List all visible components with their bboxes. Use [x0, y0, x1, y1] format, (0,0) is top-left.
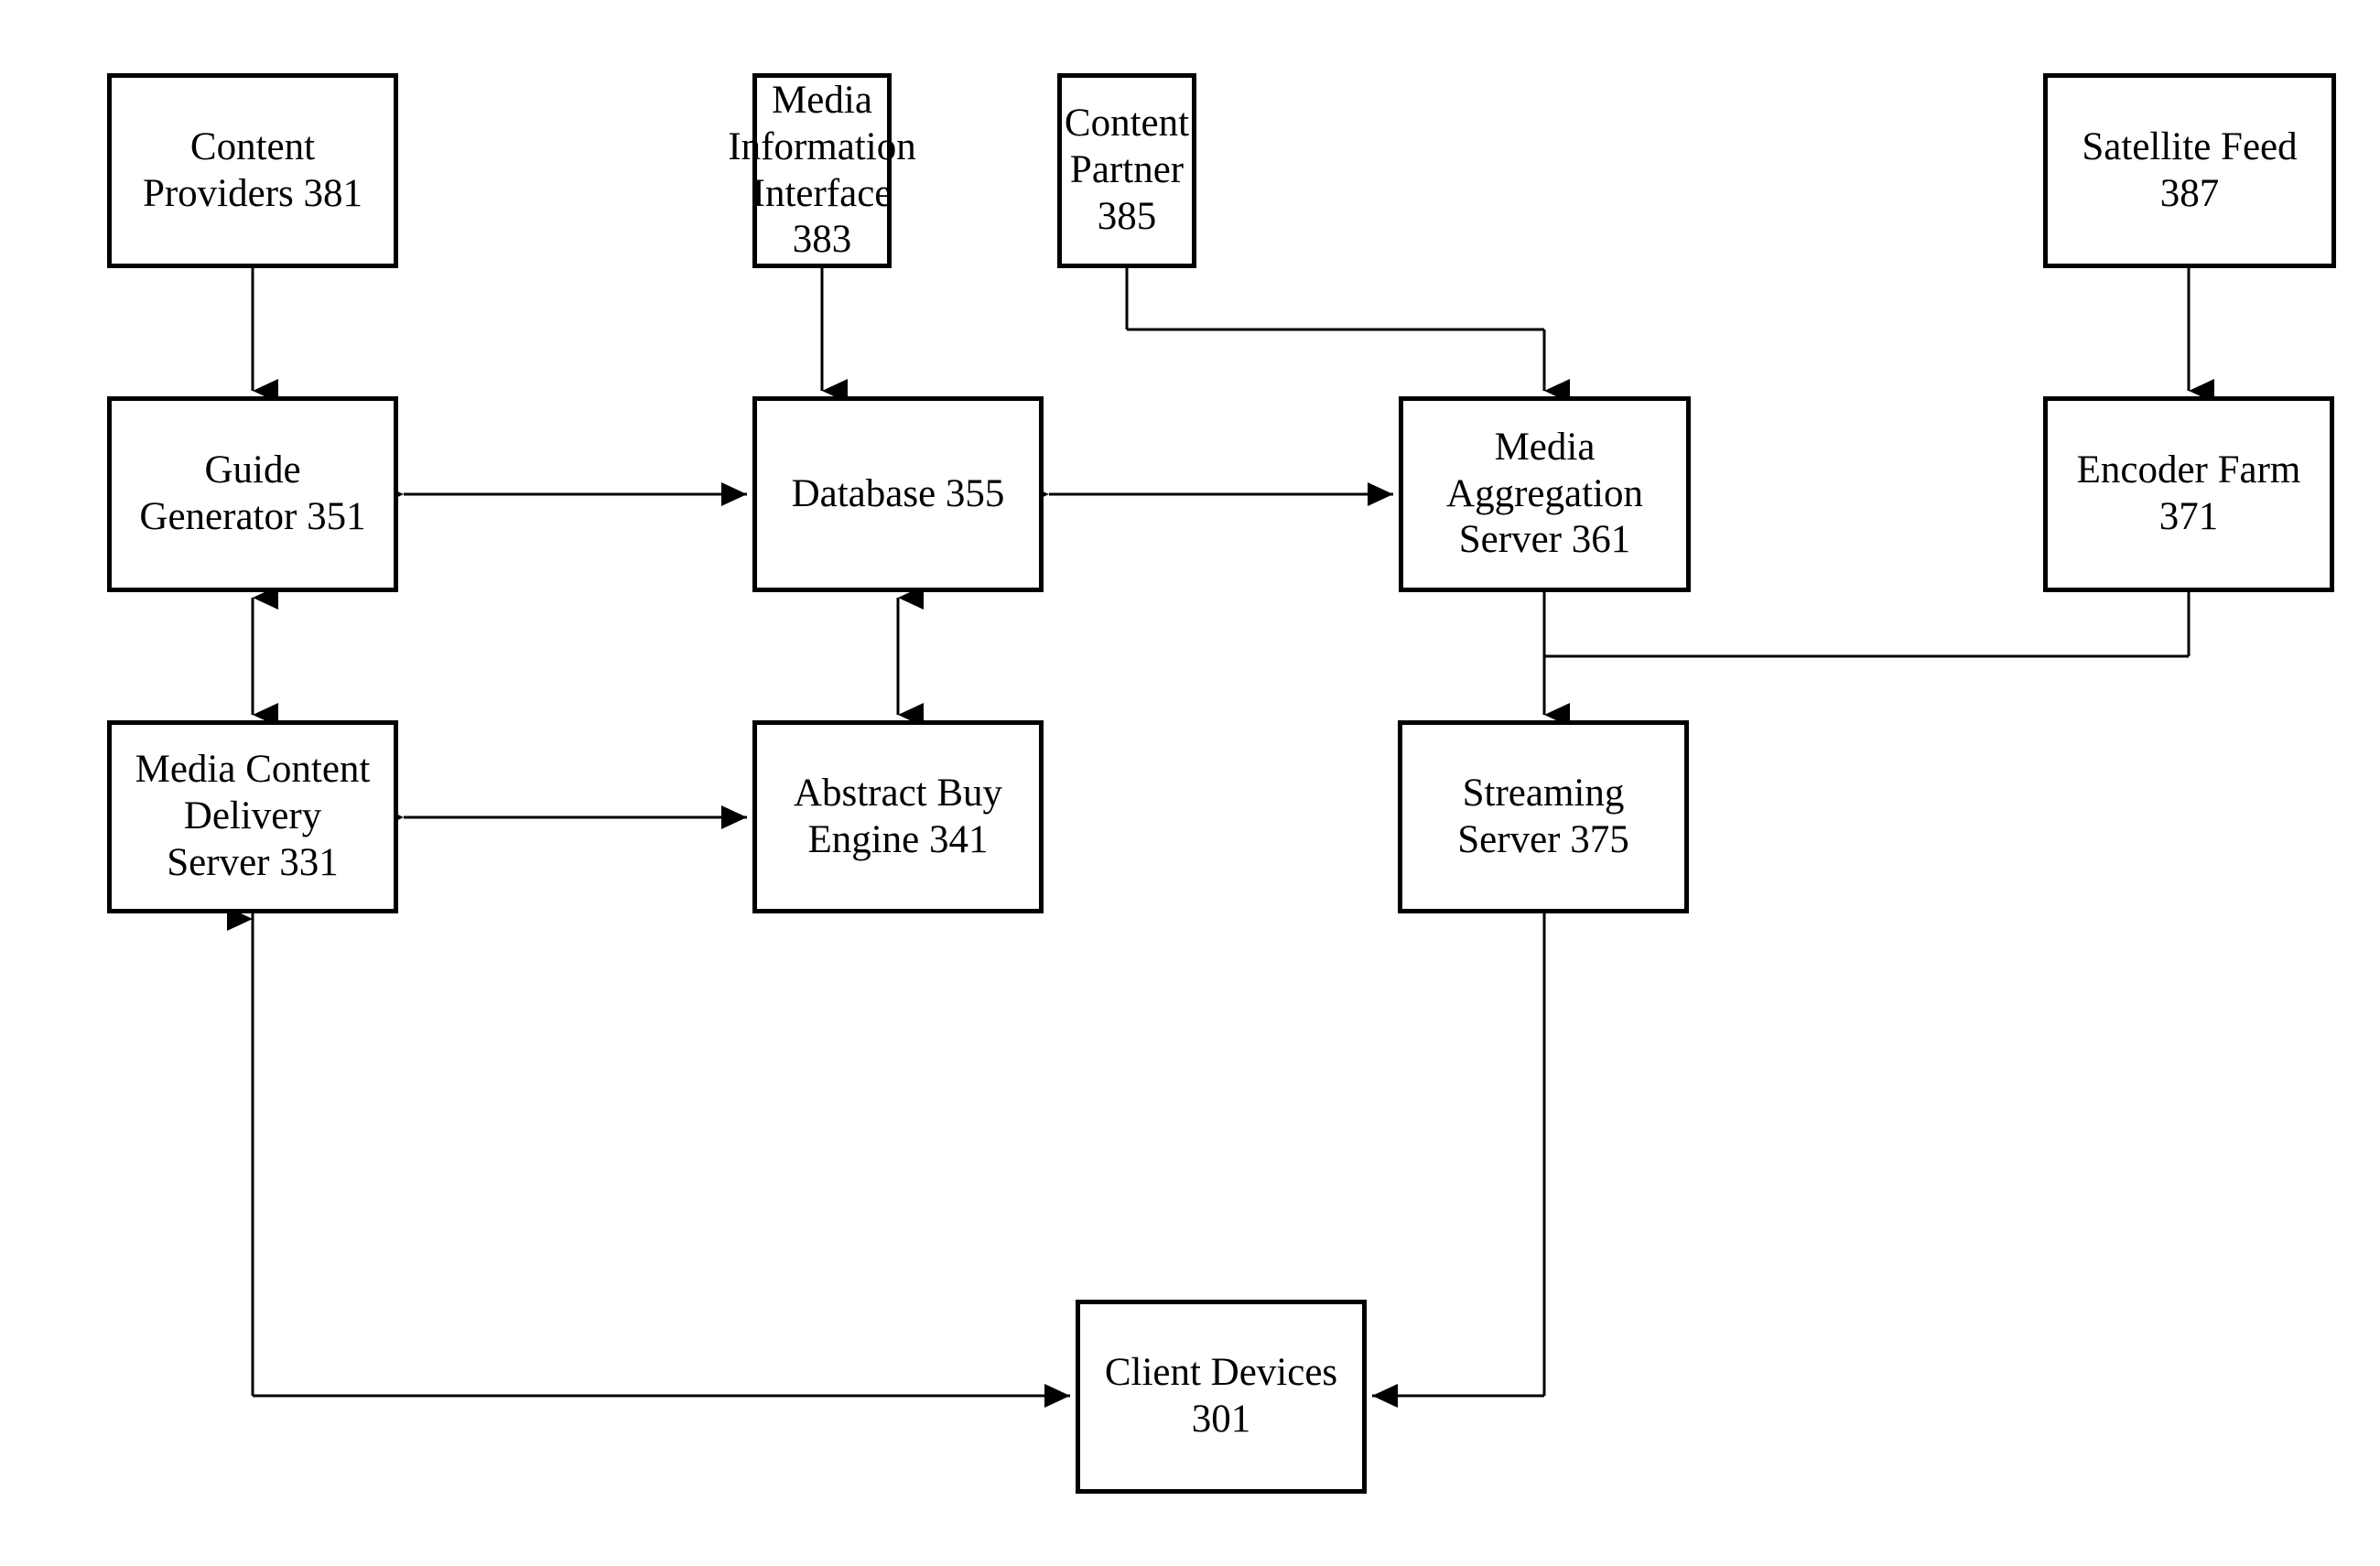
node-label: Media Information Interface 383 [728, 79, 916, 262]
node-label: Encoder Farm 371 [2076, 448, 2301, 538]
node-media-aggregation-server-361[interactable]: Media Aggregation Server 361 [1399, 396, 1691, 592]
node-label: Guide Generator 351 [139, 448, 366, 538]
node-abstract-buy-engine-341[interactable]: Abstract Buy Engine 341 [752, 720, 1044, 913]
node-media-information-interface-383[interactable]: Media Information Interface 383 [728, 73, 916, 268]
diagram-canvas: Content Providers 381 Media Information … [0, 0, 2380, 1566]
node-label: Satellite Feed 387 [2082, 124, 2298, 215]
node-label: Abstract Buy Engine 341 [793, 771, 1003, 861]
node-label: Media Aggregation Server 361 [1446, 425, 1643, 562]
node-content-partner-385[interactable]: Content Partner 385 [1057, 73, 1196, 268]
node-label: Media Content Delivery Server 331 [135, 748, 371, 884]
node-encoder-farm-371[interactable]: Encoder Farm 371 [2043, 396, 2334, 592]
node-label: Database 355 [791, 471, 1005, 515]
node-label: Client Devices 301 [1104, 1351, 1338, 1441]
node-content-providers-381[interactable]: Content Providers 381 [107, 73, 398, 268]
node-label: Content Providers 381 [142, 124, 363, 215]
node-media-content-delivery-server-331[interactable]: Media Content Delivery Server 331 [107, 720, 398, 913]
node-guide-generator-351[interactable]: Guide Generator 351 [107, 396, 398, 592]
node-streaming-server-375[interactable]: Streaming Server 375 [1398, 720, 1689, 913]
node-client-devices-301[interactable]: Client Devices 301 [1076, 1300, 1367, 1494]
node-satellite-feed-387[interactable]: Satellite Feed 387 [2043, 73, 2336, 268]
node-label: Content Partner 385 [1064, 102, 1190, 238]
node-label: Streaming Server 375 [1457, 771, 1629, 861]
node-database-355[interactable]: Database 355 [752, 396, 1044, 592]
